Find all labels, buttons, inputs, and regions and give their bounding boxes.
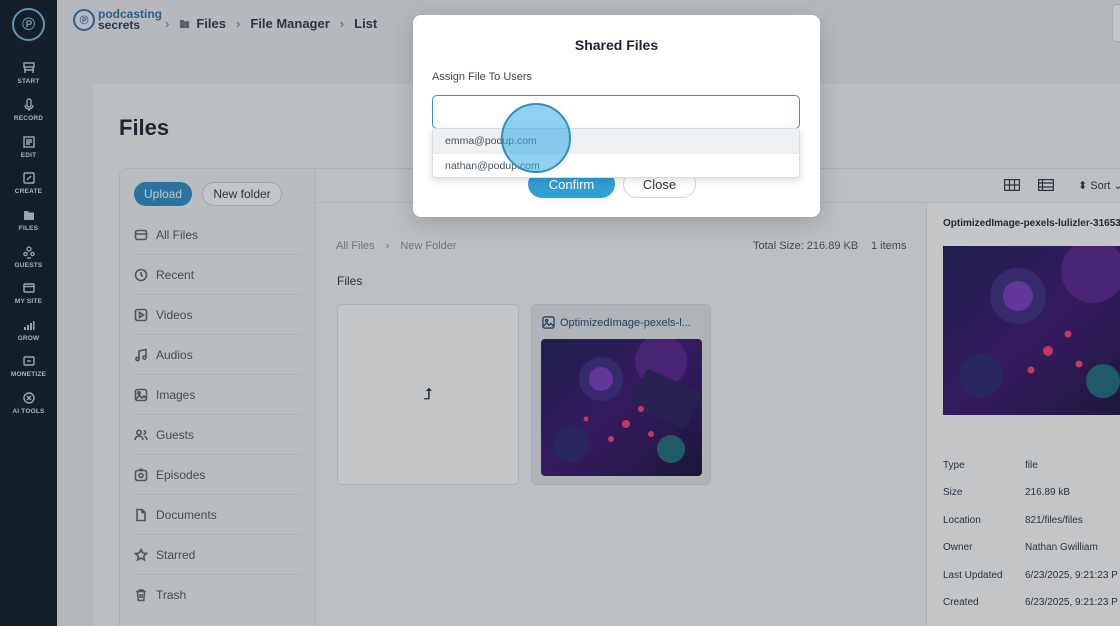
user-option-nathan[interactable]: nathan@podup.com	[433, 153, 799, 177]
assign-users-input[interactable]	[432, 95, 800, 129]
user-suggestions-dropdown: emma@podup.com nathan@podup.com	[432, 128, 800, 178]
assign-users-label: Assign File To Users	[432, 71, 533, 83]
dialog-title: Shared Files	[574, 37, 659, 53]
shared-files-dialog: Shared Files Assign File To Users Confir…	[413, 15, 820, 217]
click-indicator	[501, 103, 571, 173]
user-option-emma[interactable]: emma@podup.com	[433, 129, 799, 153]
